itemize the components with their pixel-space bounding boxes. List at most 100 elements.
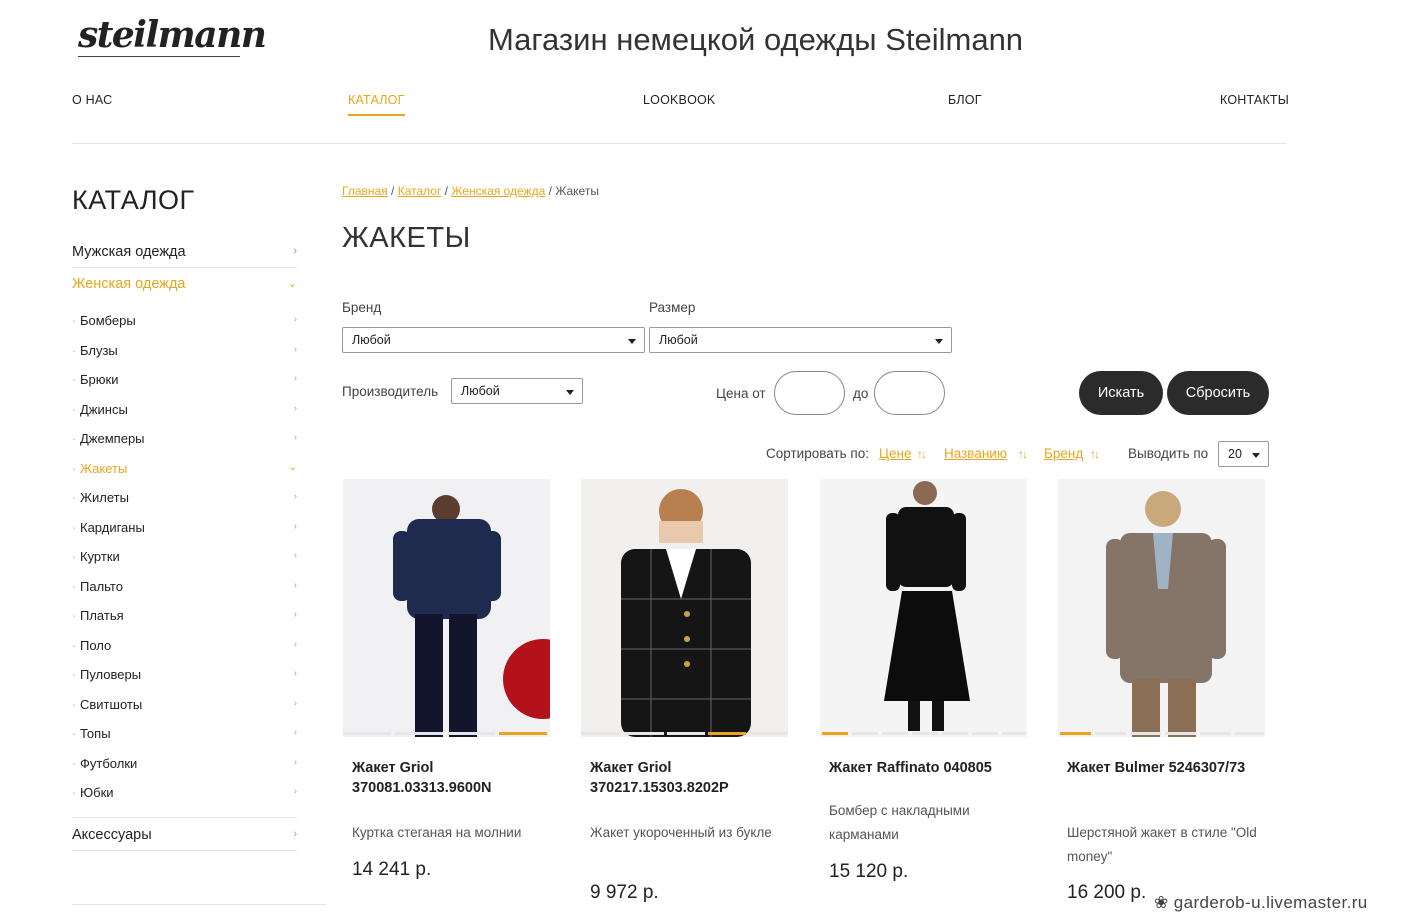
image-slide-indicator[interactable] <box>942 732 968 735</box>
sidebar-sub-tshirts[interactable]: Футболки › <box>72 756 297 771</box>
chevron-right-icon: › <box>293 491 297 502</box>
brand-select-value: Любой <box>352 333 391 347</box>
sidebar-divider <box>72 817 297 818</box>
sort-arrows-icon[interactable]: ↑↓ <box>1090 447 1100 461</box>
image-slide-indicator[interactable] <box>1095 732 1126 735</box>
image-slide-indicator[interactable] <box>624 732 664 735</box>
product-name[interactable]: Жакет Bulmer 5246307/73 <box>1067 758 1272 778</box>
image-slide-indicator[interactable] <box>447 732 495 735</box>
sidebar-sub-label: Бомберы <box>80 313 136 328</box>
sidebar-item-accessories[interactable]: Аксессуары › <box>72 827 297 843</box>
sidebar-sub-jackets-outer[interactable]: Куртки › <box>72 549 297 564</box>
image-slide-indicator[interactable] <box>581 732 621 735</box>
product-price: 15 120 р. <box>829 861 909 882</box>
per-page-value: 20 <box>1228 447 1242 461</box>
maker-label: Производитель <box>342 384 439 399</box>
nav-blog[interactable]: БЛОГ <box>948 93 982 107</box>
sidebar-sub-bombers[interactable]: Бомберы › <box>72 313 297 328</box>
sidebar-sub-blouses[interactable]: Блузы › <box>72 343 297 358</box>
product-name[interactable]: Жакет Griol 370217.15303.8202P <box>590 758 795 798</box>
image-slide-indicator[interactable] <box>1165 732 1196 735</box>
product-description: Жакет укороченный из букле <box>590 825 772 840</box>
product-name[interactable]: Жакет Griol 370081.03313.9600N <box>352 758 557 798</box>
image-slide-indicator[interactable] <box>972 732 998 735</box>
sidebar-sub-dresses[interactable]: Платья › <box>72 608 297 623</box>
sort-arrows-icon[interactable]: ↑↓ <box>1018 447 1028 461</box>
price-from-input[interactable] <box>774 371 845 415</box>
image-slide-indicator[interactable] <box>1200 732 1231 735</box>
brand-select[interactable]: Любой <box>342 327 645 353</box>
product-price: 16 200 р. <box>1067 882 1147 903</box>
sort-arrows-icon[interactable]: ↑↓ <box>917 447 927 461</box>
image-slide-indicator[interactable] <box>1130 732 1161 735</box>
search-button[interactable]: Искать <box>1079 371 1163 415</box>
sort-by-name[interactable]: Названию <box>944 446 1007 461</box>
sidebar-sub-cardigans[interactable]: Кардиганы › <box>72 520 297 535</box>
product-price: 14 241 р. <box>352 859 432 880</box>
image-slide-indicator[interactable] <box>912 732 938 735</box>
sidebar-sub-pullovers[interactable]: Пуловеры › <box>72 667 297 682</box>
image-slide-indicator[interactable] <box>1235 732 1264 735</box>
nav-about[interactable]: О НАС <box>72 93 112 107</box>
nav-contacts[interactable]: КОНТАКТЫ <box>1220 93 1289 107</box>
price-to-input[interactable] <box>874 371 945 415</box>
sidebar-item-label: Мужская одежда <box>72 244 186 260</box>
sidebar-sub-polo[interactable]: Поло › <box>72 638 297 653</box>
breadcrumb-catalog[interactable]: Каталог <box>398 184 442 198</box>
product-image[interactable] <box>581 479 788 737</box>
product-name[interactable]: Жакет Raffinato 040805 <box>829 758 1034 778</box>
site-title: Магазин немецкой одежды Steilmann <box>488 22 1024 57</box>
sidebar-sub-jeans[interactable]: Джинсы › <box>72 402 297 417</box>
image-slide-indicator[interactable] <box>882 732 908 735</box>
sidebar-sub-sweatshirts[interactable]: Свитшоты › <box>72 697 297 712</box>
sidebar-sub-coats[interactable]: Пальто › <box>72 579 297 594</box>
image-slide-indicator-active[interactable] <box>499 732 547 735</box>
product-image[interactable] <box>343 479 550 737</box>
image-slide-indicator[interactable] <box>852 732 878 735</box>
breadcrumb-separator: / <box>387 184 398 198</box>
caret-down-icon <box>1252 453 1260 458</box>
footer-divider <box>72 904 326 905</box>
product-image[interactable] <box>820 479 1027 737</box>
image-slide-indicator[interactable] <box>749 732 787 735</box>
nav-lookbook[interactable]: LOOKBOOK <box>643 93 715 107</box>
size-select-value: Любой <box>659 333 698 347</box>
chevron-down-icon: ⌄ <box>287 278 297 290</box>
price-from-label: Цена от <box>716 386 766 401</box>
image-slide-indicator[interactable] <box>1002 732 1026 735</box>
site-logo[interactable]: steilmann <box>78 14 267 56</box>
breadcrumb-section[interactable]: Женская одежда <box>451 184 545 198</box>
maker-select[interactable]: Любой <box>451 378 583 404</box>
size-select[interactable]: Любой <box>649 327 952 353</box>
image-slide-indicator[interactable] <box>343 732 391 735</box>
chevron-right-icon: › <box>293 245 297 257</box>
product-image[interactable] <box>1058 479 1265 737</box>
image-slide-indicator-active[interactable] <box>1060 732 1091 735</box>
header-divider <box>72 143 1287 144</box>
image-slide-indicator-active[interactable] <box>708 732 746 735</box>
breadcrumb-home[interactable]: Главная <box>342 184 388 198</box>
sidebar-sub-vests[interactable]: Жилеты › <box>72 490 297 505</box>
sidebar-sub-label: Свитшоты <box>80 697 143 712</box>
nav-catalog[interactable]: КАТАЛОГ <box>348 93 405 116</box>
per-page-select[interactable]: 20 <box>1218 441 1269 467</box>
sort-by-price[interactable]: Цене <box>879 446 911 461</box>
reset-button[interactable]: Сбросить <box>1167 371 1269 415</box>
image-slide-indicator[interactable] <box>395 732 443 735</box>
sidebar-item-mens[interactable]: Мужская одежда › <box>72 244 297 260</box>
sort-label: Сортировать по: <box>766 446 869 461</box>
sidebar-sub-jackets[interactable]: Жакеты ⌄ <box>72 461 297 476</box>
sidebar-sub-skirts[interactable]: Юбки › <box>72 785 297 800</box>
sidebar-sub-trousers[interactable]: Брюки › <box>72 372 297 387</box>
sort-by-brand[interactable]: Бренд <box>1044 446 1083 461</box>
sidebar-item-womens[interactable]: Женская одежда ⌄ <box>72 276 297 292</box>
sidebar-sub-tops[interactable]: Топы › <box>72 726 297 741</box>
sidebar-sub-label: Пальто <box>80 579 123 594</box>
sidebar-divider <box>72 267 297 268</box>
chevron-right-icon: › <box>293 727 297 738</box>
image-slide-indicator-active[interactable] <box>822 732 848 735</box>
sidebar-sub-jumpers[interactable]: Джемперы › <box>72 431 297 446</box>
image-slide-indicator[interactable] <box>667 732 705 735</box>
sidebar-sub-label: Футболки <box>80 756 138 771</box>
product-description: Шерстяной жакет в стиле "Old money" <box>1067 825 1257 864</box>
